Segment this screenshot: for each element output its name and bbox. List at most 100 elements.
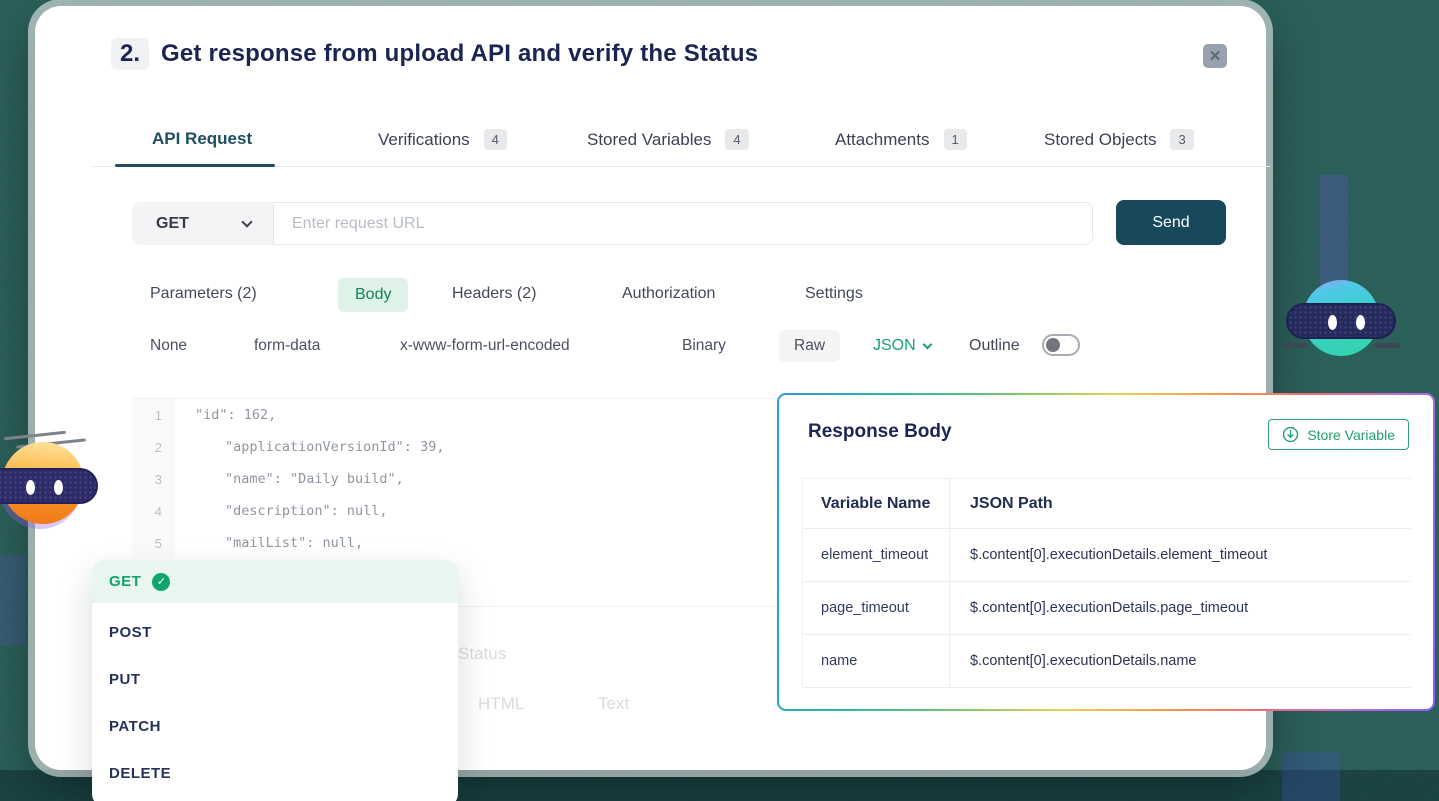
variable-name-cell: element_timeout — [803, 529, 950, 581]
method-option-post[interactable]: POST — [92, 609, 458, 656]
method-option-get[interactable]: GET ✓ — [92, 560, 458, 603]
format-select[interactable]: JSON — [873, 337, 931, 355]
column-header-json-path: JSON Path — [950, 479, 1411, 528]
bodytype-form-data[interactable]: form-data — [254, 337, 320, 355]
request-body-editor[interactable]: 1 "id": 162, 2 "applicationVersionId": 3… — [132, 398, 807, 576]
format-select-value: JSON — [873, 337, 916, 355]
tab-label: API Request — [152, 129, 252, 149]
bodytype-binary[interactable]: Binary — [682, 337, 726, 355]
bodytype-urlencoded[interactable]: x-www-form-url-encoded — [400, 337, 570, 355]
glitch-artifact — [1282, 752, 1340, 801]
variable-name-cell: page_timeout — [803, 582, 950, 634]
code-text: "id": 162, — [175, 407, 276, 423]
store-variable-label: Store Variable — [1307, 427, 1395, 443]
code-text: "mailList": null, — [175, 535, 363, 551]
glitch-artifact — [0, 555, 26, 645]
variable-name-cell: name — [803, 635, 950, 687]
tab-attachments[interactable]: Attachments 1 — [835, 129, 967, 150]
response-body-inner: Response Body Store Variable Variable Na… — [779, 395, 1433, 709]
code-line: 1 "id": 162, — [132, 399, 807, 431]
method-select-value: GET — [156, 215, 189, 233]
tab-label: Verifications — [378, 130, 470, 150]
faded-html-label: HTML — [478, 694, 524, 714]
line-number: 2 — [132, 431, 175, 463]
column-header-variable-name: Variable Name — [803, 479, 950, 528]
table-row: page_timeout $.content[0].executionDetai… — [803, 582, 1411, 635]
robot-visor — [0, 468, 98, 504]
tab-label: Stored Objects — [1044, 130, 1156, 150]
check-circle-icon: ✓ — [152, 573, 170, 591]
robot-visor — [1286, 303, 1396, 339]
method-option-delete[interactable]: DELETE — [92, 750, 458, 797]
robot-eye — [1328, 315, 1337, 330]
tab-count-badge: 4 — [725, 129, 748, 150]
robot-eye — [26, 480, 35, 495]
code-text: "applicationVersionId": 39, — [175, 439, 444, 455]
tab-verifications[interactable]: Verifications 4 — [378, 129, 507, 150]
screen: 2. Get response from upload API and veri… — [0, 0, 1439, 801]
robot-mascot-left — [0, 438, 86, 526]
store-variable-button[interactable]: Store Variable — [1268, 419, 1409, 450]
table-row: name $.content[0].executionDetails.name — [803, 635, 1411, 688]
tab-stored-variables[interactable]: Stored Variables 4 — [587, 129, 749, 150]
code-line: 5 "mailList": null, — [132, 527, 807, 559]
code-text: "description": null, — [175, 503, 388, 519]
chevron-down-icon — [922, 339, 932, 349]
tab-count-badge: 1 — [944, 129, 967, 150]
robot-eye — [54, 480, 63, 495]
variables-table: Variable Name JSON Path element_timeout … — [802, 478, 1411, 688]
code-line: 3 "name": "Daily build", — [132, 463, 807, 495]
step-number-badge: 2. — [111, 38, 149, 70]
code-line: 2 "applicationVersionId": 39, — [132, 431, 807, 463]
line-number: 5 — [132, 527, 175, 559]
response-body-panel: Response Body Store Variable Variable Na… — [777, 393, 1435, 711]
subtab-parameters[interactable]: Parameters (2) — [150, 285, 257, 303]
chevron-down-icon — [241, 216, 252, 227]
line-number: 3 — [132, 463, 175, 495]
send-button[interactable]: Send — [1116, 200, 1226, 245]
code-line: 4 "description": null, — [132, 495, 807, 527]
card-header: 2. Get response from upload API and veri… — [111, 38, 758, 70]
method-select[interactable]: GET — [132, 202, 273, 245]
bodytype-none[interactable]: None — [150, 337, 187, 355]
close-icon[interactable]: ✕ — [1203, 44, 1227, 68]
tab-count-badge: 4 — [484, 129, 507, 150]
request-url-input[interactable] — [273, 202, 1093, 245]
response-body-title: Response Body — [808, 421, 952, 443]
bodytype-raw[interactable]: Raw — [779, 330, 840, 362]
tab-label: Attachments — [835, 130, 930, 150]
json-path-cell: $.content[0].executionDetails.name — [950, 635, 1411, 687]
toggle-knob — [1046, 338, 1060, 352]
subtab-headers[interactable]: Headers (2) — [452, 285, 536, 303]
line-number: 4 — [132, 495, 175, 527]
method-option-label: GET — [109, 573, 141, 590]
robot-ring — [1374, 343, 1400, 348]
faded-text-label: Text — [598, 694, 629, 714]
outline-toggle[interactable] — [1042, 334, 1080, 356]
json-path-cell: $.content[0].executionDetails.page_timeo… — [950, 582, 1411, 634]
method-dropdown-menu: GET ✓ POST PUT PATCH DELETE — [92, 560, 458, 801]
tab-stored-objects[interactable]: Stored Objects 3 — [1044, 129, 1194, 150]
json-path-cell: $.content[0].executionDetails.element_ti… — [950, 529, 1411, 581]
code-text: "name": "Daily build", — [175, 471, 404, 487]
page-title: Get response from upload API and verify … — [161, 40, 758, 68]
outline-label: Outline — [969, 337, 1020, 355]
robot-mascot-right — [1300, 277, 1382, 359]
robot-eye — [1356, 315, 1365, 330]
subtab-settings[interactable]: Settings — [805, 285, 863, 303]
method-option-patch[interactable]: PATCH — [92, 703, 458, 750]
robot-ring — [1282, 343, 1308, 348]
faded-status-label: Status — [458, 644, 506, 664]
tab-api-request[interactable]: API Request — [152, 129, 252, 149]
method-options: POST PUT PATCH DELETE — [92, 603, 458, 797]
active-tab-underline — [115, 164, 275, 167]
tab-label: Stored Variables — [587, 130, 711, 150]
line-number: 1 — [132, 399, 175, 431]
download-circle-icon — [1282, 426, 1299, 443]
subtab-authorization[interactable]: Authorization — [622, 285, 715, 303]
tab-count-badge: 3 — [1170, 129, 1193, 150]
method-option-put[interactable]: PUT — [92, 656, 458, 703]
subtab-body[interactable]: Body — [338, 278, 408, 312]
table-row: element_timeout $.content[0].executionDe… — [803, 529, 1411, 582]
table-header-row: Variable Name JSON Path — [803, 479, 1411, 529]
